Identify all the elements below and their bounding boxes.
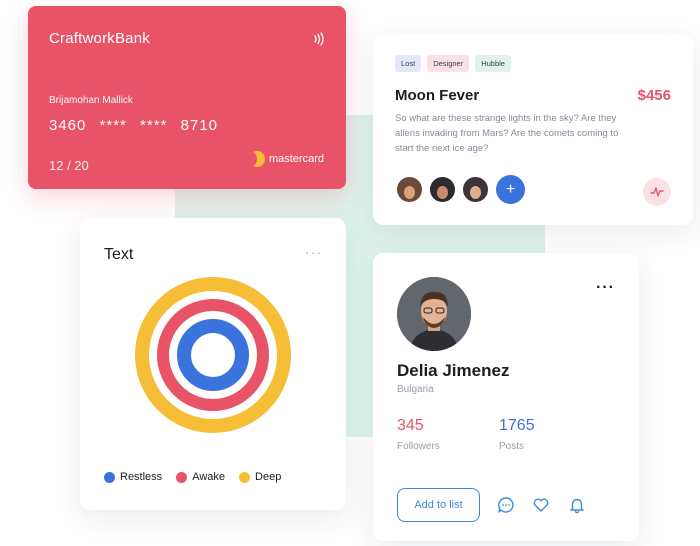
- price: $456: [637, 87, 671, 104]
- chat-button[interactable]: [496, 495, 516, 515]
- legend-dot: [239, 471, 251, 483]
- mastercard-logo: [248, 151, 265, 167]
- avatar[interactable]: [395, 175, 424, 204]
- avatar[interactable]: [428, 175, 457, 204]
- card-title: Moon Fever: [395, 87, 480, 104]
- posts-label: Posts: [499, 441, 525, 452]
- bell-icon: [570, 498, 584, 514]
- legend-item-awake: Awake: [176, 471, 225, 483]
- posts-count: 1765: [499, 417, 535, 434]
- card-holder: Brijamohan Mallick: [49, 95, 133, 106]
- activity-button[interactable]: [643, 178, 671, 206]
- contactless-icon: [314, 32, 324, 46]
- more-options-icon[interactable]: ···: [305, 244, 322, 260]
- ring-restless: [177, 319, 249, 391]
- legend-label: Awake: [192, 471, 226, 483]
- avatar-face: [470, 186, 481, 199]
- legend-dot: [176, 471, 188, 483]
- credit-card[interactable]: CraftworkBank Brijamohan Mallick 3460 **…: [28, 6, 346, 189]
- tag-hubble[interactable]: Hubble: [475, 55, 511, 72]
- card-description: So what are these strange lights in the …: [395, 113, 619, 154]
- more-options-icon[interactable]: ···: [596, 279, 615, 297]
- legend-dot: [104, 471, 115, 483]
- add-to-list-button[interactable]: Add to list: [397, 488, 480, 522]
- profile-photo: [397, 277, 471, 351]
- tag-list: Lost Designer Hubble: [395, 55, 511, 72]
- card-title: Text: [104, 246, 134, 263]
- followers-label: Followers: [397, 441, 440, 452]
- profile-location: Bulgaria: [397, 384, 434, 395]
- rings-chart: [135, 277, 291, 433]
- member-avatars: +: [395, 175, 525, 204]
- followers-stat: 345 Followers: [397, 417, 440, 452]
- tag-lost[interactable]: Lost: [395, 55, 422, 72]
- plus-icon: +: [505, 180, 516, 198]
- moon-fever-card: Lost Designer Hubble Moon Fever $456 So …: [373, 33, 693, 225]
- notify-button[interactable]: [567, 495, 587, 515]
- activity-icon: [650, 187, 664, 197]
- avatar[interactable]: [461, 175, 490, 204]
- sleep-rings-card: Text ··· Restless Awake Deep: [80, 218, 346, 510]
- profile-card: ··· Delia Jimenez Bulgaria 345 Followers…: [373, 253, 639, 541]
- profile-name: Delia Jimenez: [397, 361, 510, 380]
- posts-stat: 1765 Posts: [499, 417, 535, 452]
- tag-designer[interactable]: Designer: [427, 55, 470, 72]
- card-brand: mastercard: [248, 151, 324, 167]
- brand-label: mastercard: [268, 153, 324, 165]
- avatar-face: [437, 186, 448, 199]
- followers-count: 345: [397, 417, 424, 434]
- bank-name: CraftworkBank: [49, 30, 150, 47]
- add-member-button[interactable]: +: [496, 175, 525, 204]
- avatar-face: [404, 186, 415, 199]
- legend-item-restless: Restless: [104, 471, 162, 483]
- legend-item-deep: Deep: [239, 471, 281, 483]
- avatar[interactable]: [397, 277, 471, 351]
- like-button[interactable]: [531, 495, 551, 515]
- chart-legend: Restless Awake Deep: [104, 471, 281, 483]
- legend-label: Restless: [120, 471, 163, 483]
- card-number: 3460 **** **** 8710: [49, 117, 218, 134]
- chat-icon: [498, 497, 514, 513]
- heart-icon: [533, 498, 549, 512]
- card-expiry: 12 / 20: [49, 158, 89, 173]
- legend-label: Deep: [255, 471, 282, 483]
